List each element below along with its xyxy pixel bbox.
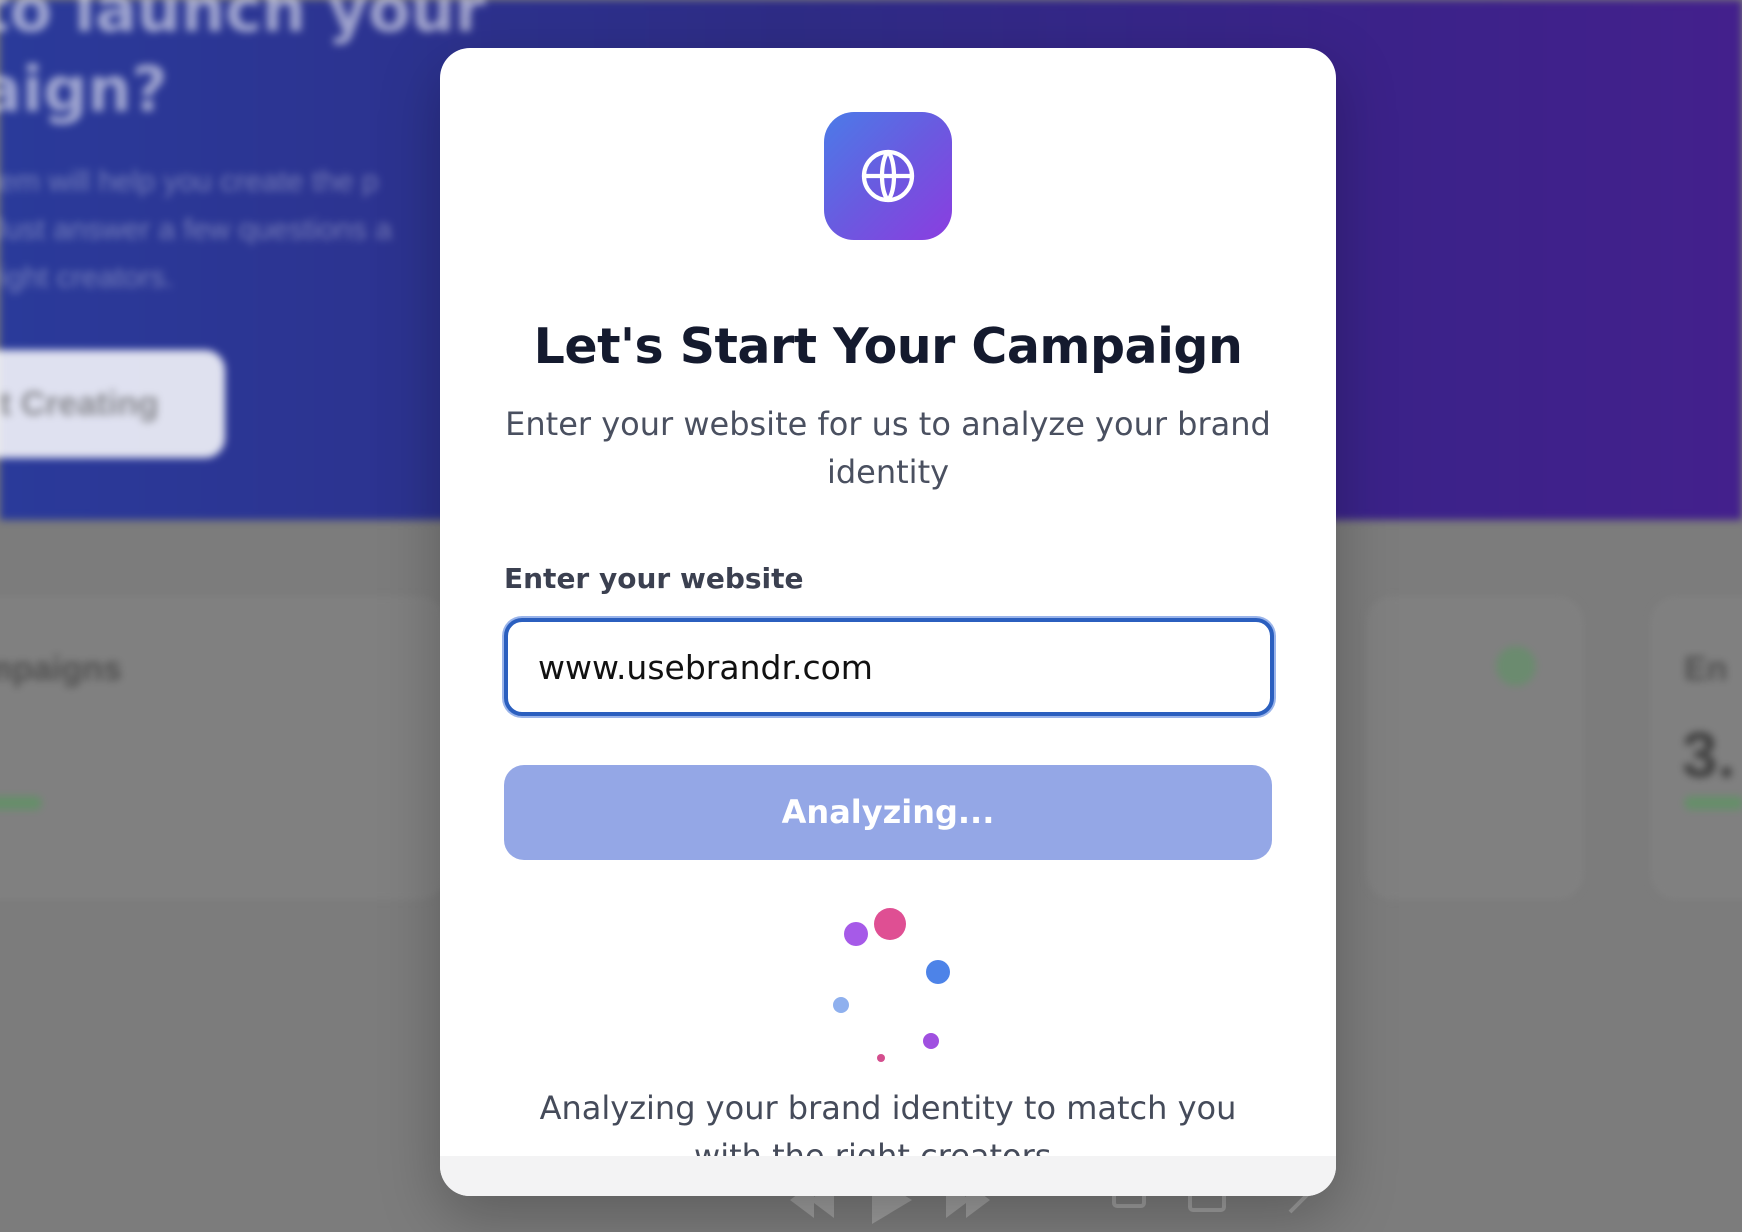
website-field[interactable]: [504, 618, 1274, 716]
hero-heading: to launch your aign?: [0, 0, 486, 126]
stats-card-engagement: En 3.: [1652, 598, 1742, 898]
spinner-dot: [923, 1033, 939, 1049]
website-field-label: Enter your website: [504, 562, 804, 595]
stats-card-title: En: [1684, 650, 1728, 688]
stats-card-trend: [0, 796, 42, 810]
spinner-dot: [874, 908, 906, 940]
modal-subtitle: Enter your website for us to analyze you…: [505, 405, 1271, 491]
modal-title: Let's Start Your Campaign: [533, 318, 1243, 375]
stats-card-trend: [1684, 796, 1742, 810]
spinner-dot: [926, 960, 950, 984]
spinner-dot: [833, 997, 849, 1013]
stats-card-title: mpaigns: [0, 650, 122, 688]
stats-card-value: 3.: [1682, 719, 1736, 791]
stats-card: [1368, 598, 1582, 898]
app-screen: to launch your aign? tem will help you c…: [0, 0, 1742, 1232]
globe-icon: [824, 112, 952, 240]
modal-footer: [440, 1156, 1336, 1196]
users-icon: [1496, 646, 1536, 686]
spinner-dot: [844, 922, 868, 946]
analyze-button[interactable]: Analyzing...: [504, 765, 1272, 860]
stats-card-campaigns: mpaigns: [0, 598, 444, 898]
start-creating-button[interactable]: t Creating: [0, 350, 225, 458]
campaign-modal: Let's Start Your Campaign Enter your web…: [440, 48, 1336, 1196]
website-input[interactable]: [508, 622, 1270, 712]
loading-spinner: [833, 908, 950, 1062]
spinner-dot: [877, 1054, 885, 1062]
hero-subtext: tem will help you create the p Just answ…: [0, 165, 392, 294]
